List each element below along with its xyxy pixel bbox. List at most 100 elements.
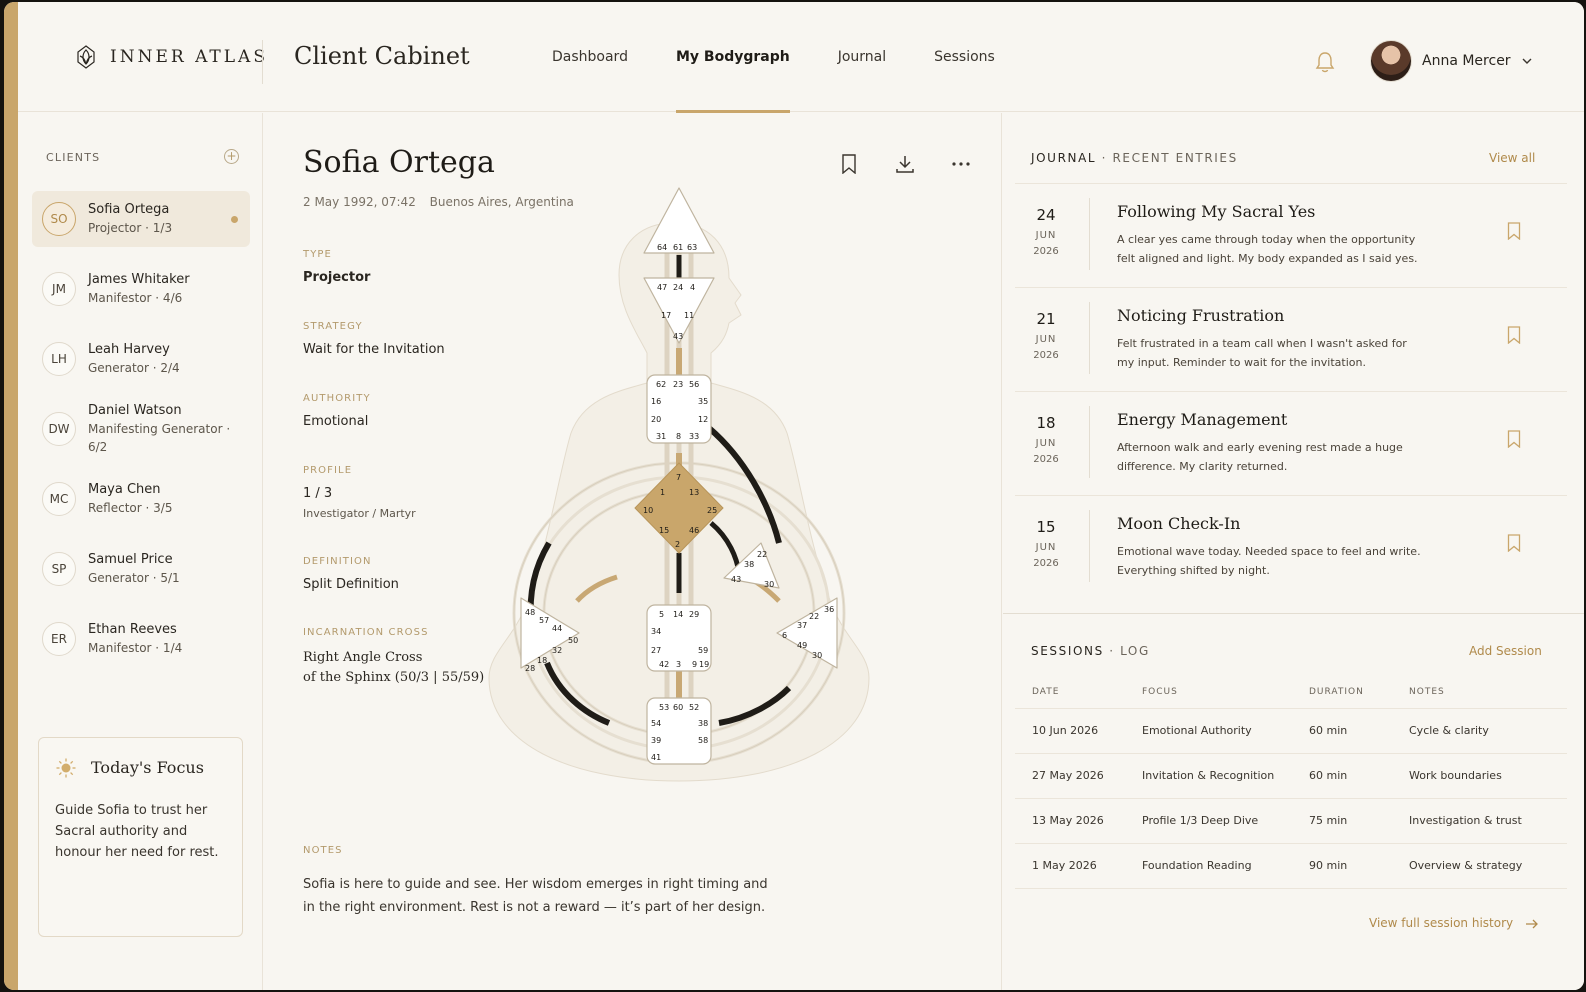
avatar	[1370, 40, 1412, 82]
table-row[interactable]: 13 May 2026 Profile 1/3 Deep Dive 75 min…	[1015, 798, 1567, 844]
entry-date: 24 JUN 2026	[1033, 206, 1059, 257]
session-notes: Investigation & trust	[1392, 798, 1567, 844]
gate-number: 34	[651, 627, 661, 636]
gate-number: 35	[698, 397, 708, 406]
client-item-daniel-watson[interactable]: DW Daniel Watson Manifesting Generator ·…	[32, 401, 250, 457]
journal-entry[interactable]: 15 JUN 2026 Moon Check-In Emotional wave…	[1015, 495, 1567, 599]
entry-title: Energy Management	[1117, 410, 1288, 429]
bookmark-icon[interactable]	[1507, 222, 1521, 240]
download-button[interactable]	[892, 151, 918, 177]
gate-number: 43	[731, 575, 741, 584]
add-session-button[interactable]: Add Session	[1469, 644, 1542, 658]
gate-number: 8	[676, 432, 681, 441]
client-initials: SO	[42, 202, 76, 236]
strategy-field: STRATEGY Wait for the Invitation	[303, 321, 445, 357]
chevron-down-icon	[1522, 58, 1532, 64]
clients-heading: CLIENTS	[46, 151, 101, 164]
column-header: DURATION	[1292, 676, 1392, 709]
cross-line-1: Right Angle Cross	[303, 650, 423, 665]
table-row[interactable]: 27 May 2026 Invitation & Recognition 60 …	[1015, 753, 1567, 799]
client-name: Maya Chen	[88, 482, 161, 497]
journal-entry[interactable]: 24 JUN 2026 Following My Sacral Yes A cl…	[1015, 183, 1567, 287]
brand-logo[interactable]: INNER ATLAS	[74, 44, 268, 70]
accent-strip	[4, 2, 18, 990]
entry-date: 18 JUN 2026	[1033, 414, 1059, 465]
strategy-value: Wait for the Invitation	[303, 342, 445, 357]
gate-number: 5	[659, 610, 664, 619]
table-row[interactable]: 1 May 2026 Foundation Reading 90 min Ove…	[1015, 843, 1567, 889]
journal-entry[interactable]: 18 JUN 2026 Energy Management Afternoon …	[1015, 391, 1567, 495]
gate-number: 63	[687, 243, 697, 252]
entry-title: Moon Check-In	[1117, 514, 1241, 533]
journal-subheading: RECENT ENTRIES	[1112, 151, 1238, 165]
gate-number: 37	[797, 621, 807, 630]
add-client-button[interactable]: +	[224, 149, 239, 164]
more-options-button[interactable]	[948, 151, 974, 177]
client-item-samuel-price[interactable]: SP Samuel Price Generator · 5/1	[32, 541, 250, 597]
brand-name: INNER ATLAS	[110, 47, 268, 67]
download-icon	[896, 156, 914, 173]
active-indicator-dot	[231, 216, 238, 223]
gate-number: 64	[657, 243, 667, 252]
nav-dashboard[interactable]: Dashboard	[528, 2, 652, 112]
strategy-label: STRATEGY	[303, 321, 363, 332]
bookmark-icon[interactable]	[1507, 534, 1521, 552]
page-title: Sofia Ortega	[303, 145, 495, 180]
nav-journal[interactable]: Journal	[814, 2, 910, 112]
definition-label: DEFINITION	[303, 556, 372, 567]
gate-number: 3	[676, 660, 681, 669]
client-name: Samuel Price	[88, 552, 173, 567]
gate-number: 16	[651, 397, 661, 406]
view-all-link[interactable]: View all	[1489, 151, 1535, 165]
client-name: Sofia Ortega	[88, 202, 170, 217]
client-item-maya-chen[interactable]: MC Maya Chen Reflector · 3/5	[32, 471, 250, 527]
client-item-sofia-ortega[interactable]: SO Sofia Ortega Projector · 1/3	[32, 191, 250, 247]
bodygraph-panel: Sofia Ortega 2 May 1992, 07:42 Buenos Ai…	[264, 113, 1002, 990]
table-row[interactable]: 10 Jun 2026 Emotional Authority 60 min C…	[1015, 708, 1567, 754]
nav-my-bodygraph[interactable]: My Bodygraph	[652, 2, 814, 113]
bookmark-icon[interactable]	[1507, 430, 1521, 448]
bookmark-icon[interactable]	[1507, 326, 1521, 344]
gate-number: 42	[659, 660, 669, 669]
session-duration: 60 min	[1292, 708, 1392, 754]
column-header: FOCUS	[1125, 676, 1292, 709]
user-menu[interactable]: Anna Mercer	[1370, 40, 1533, 82]
client-name: Daniel Watson	[88, 403, 182, 418]
authority-label: AUTHORITY	[303, 393, 371, 404]
plus-icon: +	[226, 149, 237, 163]
gate-number: 39	[651, 736, 661, 745]
type-field: TYPE Projector	[303, 249, 370, 285]
column-header: DATE	[1015, 676, 1125, 709]
gate-number: 31	[656, 432, 666, 441]
gate-number: 50	[568, 636, 578, 645]
app-title: Client Cabinet	[294, 42, 470, 70]
gate-number: 44	[552, 624, 562, 633]
gate-number: 29	[689, 610, 699, 619]
right-column: JOURNAL · RECENT ENTRIES View all 24 JUN…	[1003, 113, 1584, 990]
gate-number: 25	[707, 506, 717, 515]
type-value: Projector	[303, 270, 371, 285]
client-item-james-whitaker[interactable]: JM James Whitaker Manifestor · 4/6	[32, 261, 250, 317]
entry-text: Felt frustrated in a team call when I wa…	[1117, 337, 1407, 369]
bell-icon[interactable]	[1314, 50, 1336, 74]
session-notes: Work boundaries	[1392, 753, 1567, 799]
journal-entry[interactable]: 21 JUN 2026 Noticing Frustration Felt fr…	[1015, 287, 1567, 391]
client-item-ethan-reeves[interactable]: ER Ethan Reeves Manifestor · 1/4	[32, 611, 250, 667]
client-name: James Whitaker	[88, 272, 190, 287]
gate-number: 27	[651, 646, 661, 655]
client-item-leah-harvey[interactable]: LH Leah Harvey Generator · 2/4	[32, 331, 250, 387]
top-header: INNER ATLAS Client Cabinet Dashboard My …	[18, 2, 1584, 113]
client-type-profile: Manifestor · 4/6	[88, 291, 183, 305]
nav-sessions[interactable]: Sessions	[910, 2, 1019, 112]
session-date: 13 May 2026	[1015, 798, 1125, 844]
profile-label: PROFILE	[303, 465, 353, 476]
gate-number: 32	[552, 646, 562, 655]
session-duration: 90 min	[1292, 843, 1392, 889]
gate-number: 19	[699, 660, 709, 669]
gate-number: 11	[684, 311, 694, 320]
view-session-history-link[interactable]: View full session history	[1369, 916, 1539, 930]
sessions-section: SESSIONS · LOG Add Session DATE FOCUS DU…	[1003, 613, 1584, 990]
bookmark-button[interactable]	[836, 151, 862, 177]
client-initials: JM	[42, 272, 76, 306]
session-focus: Profile 1/3 Deep Dive	[1125, 798, 1292, 844]
